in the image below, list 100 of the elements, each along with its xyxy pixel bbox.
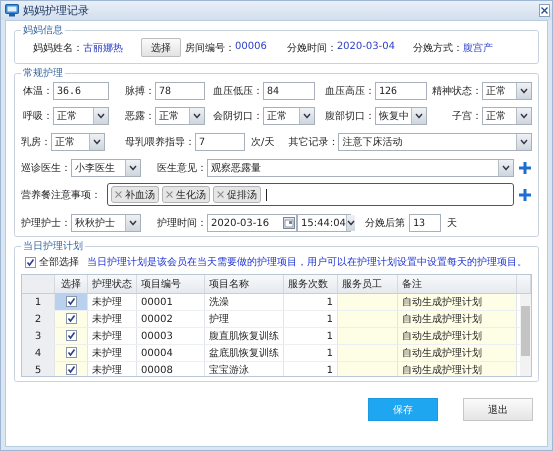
checkbox[interactable]: [66, 330, 76, 340]
field-label: 体温：: [22, 85, 53, 98]
row-number: 2: [22, 310, 54, 328]
field-label: 母乳喂养指导：: [125, 136, 195, 149]
caret-icon[interactable]: [299, 108, 314, 124]
field-label: 医生意见：: [157, 162, 207, 175]
field-label: 恶露：: [124, 110, 155, 123]
tag-chip[interactable]: 促排汤: [213, 186, 261, 203]
text-field[interactable]: 7: [195, 133, 245, 151]
calendar-icon[interactable]: [283, 217, 295, 229]
window-icon: [5, 4, 19, 17]
text-field[interactable]: 36.6: [53, 82, 109, 100]
dropdown[interactable]: 秋秋护士: [71, 214, 141, 232]
table-cell: 宝宝游泳: [204, 362, 284, 376]
table-cell: 未护理: [88, 294, 136, 310]
caret-icon[interactable]: [93, 108, 108, 124]
field-value: 古丽娜热: [83, 42, 124, 54]
caret-icon[interactable]: [516, 83, 531, 99]
caret-icon[interactable]: [125, 215, 140, 231]
table-cell: 盆底肌恢复训练: [204, 344, 284, 362]
dropdown[interactable]: 正常: [53, 107, 109, 125]
tag-chip[interactable]: 补血汤: [111, 186, 159, 203]
caret-icon[interactable]: [346, 215, 355, 231]
checkbox-label: 全部选择: [39, 256, 79, 269]
field-value: 腹宫产: [462, 42, 493, 54]
text-field[interactable]: 13: [409, 214, 441, 232]
date-field[interactable]: 2020-03-16: [207, 214, 297, 232]
column-header[interactable]: 护理状态: [88, 275, 136, 294]
group-title: 当日护理计划: [22, 240, 84, 253]
field-label: 子宫：: [451, 110, 482, 123]
column-header[interactable]: 项目编号: [136, 275, 204, 294]
checkbox[interactable]: [25, 256, 36, 268]
text-field[interactable]: 78: [155, 82, 205, 100]
column-header[interactable]: 服务次数: [284, 275, 338, 294]
dropdown[interactable]: 正常: [482, 82, 532, 100]
dropdown[interactable]: 观察恶露量: [207, 159, 514, 177]
header-cell: [22, 275, 54, 294]
header-cell: [516, 275, 530, 294]
caret-icon[interactable]: [516, 108, 531, 124]
dropdown[interactable]: 注意下床活动: [338, 133, 532, 151]
dropdown[interactable]: 正常: [263, 107, 315, 125]
dropdown[interactable]: 正常: [51, 133, 105, 151]
field-label: 呼吸：: [22, 110, 53, 123]
field-label: 其它记录：: [288, 136, 338, 149]
remove-icon[interactable]: [217, 191, 224, 198]
dropdown[interactable]: 正常: [482, 107, 532, 125]
field-label: 妈妈姓名：: [33, 42, 83, 54]
remove-icon[interactable]: [166, 191, 173, 198]
row-number: 3: [22, 328, 54, 344]
table-cell: 00003: [136, 328, 204, 344]
tag-input[interactable]: 补血汤 生化汤 促排汤: [107, 183, 514, 206]
table-cell: 自动生成护理计划: [398, 328, 516, 344]
column-header[interactable]: 备注: [398, 275, 516, 294]
remove-icon[interactable]: [115, 191, 122, 198]
dropdown[interactable]: 正常: [155, 107, 205, 125]
unit-label: 天: [447, 217, 457, 230]
table-cell: 00004: [136, 344, 204, 362]
field-label: 精神状态：: [431, 84, 482, 98]
column-header[interactable]: 选择: [54, 275, 88, 294]
dropdown[interactable]: 小李医生: [71, 159, 141, 177]
table-cell: 自动生成护理计划: [398, 310, 516, 328]
checkbox[interactable]: [66, 364, 76, 374]
table-cell: [338, 344, 398, 362]
text-field[interactable]: 126: [375, 82, 427, 100]
field-value: 2020-03-04: [336, 40, 395, 54]
field-value: 00006: [235, 40, 267, 54]
scrollbar[interactable]: [520, 294, 531, 376]
caret-icon[interactable]: [498, 160, 513, 176]
table-cell: 腹直肌恢复训练: [204, 328, 284, 344]
select-button[interactable]: 选择: [141, 38, 181, 57]
add-icon[interactable]: [518, 188, 532, 202]
table-cell: [338, 294, 398, 310]
field-label: 脉搏：: [124, 84, 155, 98]
exit-button[interactable]: 退出: [463, 398, 533, 421]
unit-label: 次/天: [251, 136, 274, 149]
text-field[interactable]: 84: [263, 82, 315, 100]
field-label: 血压高压：: [324, 84, 375, 98]
table-cell: [338, 328, 398, 344]
caret-icon[interactable]: [125, 160, 140, 176]
close-icon[interactable]: [539, 4, 550, 17]
checkbox[interactable]: [66, 296, 76, 306]
row-number: 5: [22, 362, 54, 376]
info-text: 当日护理计划是该会员在当天需要做的护理项目，用户可以在护理计划设置中设置每天的护理项目。: [87, 256, 527, 269]
add-icon[interactable]: [518, 161, 532, 175]
table-cell: 00002: [136, 310, 204, 328]
caret-icon[interactable]: [411, 108, 426, 124]
column-header[interactable]: 项目名称: [204, 275, 284, 294]
table-cell: 护理: [204, 310, 284, 328]
tag-chip[interactable]: 生化汤: [162, 186, 210, 203]
field-label: 分娩后第: [365, 216, 405, 230]
checkbox[interactable]: [66, 346, 76, 358]
table-cell: 自动生成护理计划: [398, 344, 516, 362]
field-label: 护理时间：: [157, 216, 207, 230]
dropdown[interactable]: 恢复中: [375, 107, 427, 125]
column-header[interactable]: 服务员工: [338, 275, 398, 294]
caret-icon[interactable]: [89, 134, 104, 150]
caret-icon[interactable]: [189, 108, 204, 124]
caret-icon[interactable]: [516, 134, 531, 150]
table-cell: 未护理: [88, 362, 136, 376]
checkbox[interactable]: [66, 312, 76, 324]
